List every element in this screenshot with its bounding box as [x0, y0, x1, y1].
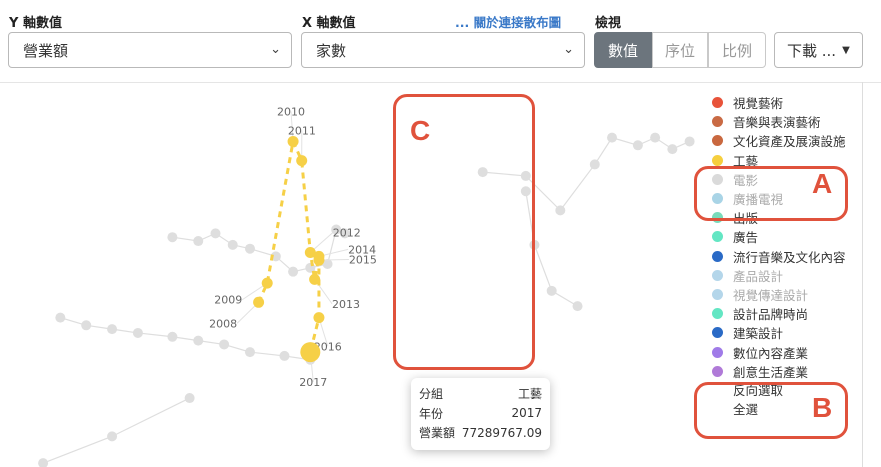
background-point: [81, 320, 92, 331]
legend-dot-icon: [712, 346, 723, 358]
legend-label: 創意生活產業: [733, 364, 809, 380]
background-point: [607, 132, 618, 143]
background-point: [667, 144, 678, 155]
tooltip-value: 2017: [511, 406, 542, 421]
highlight-point: [300, 342, 321, 363]
legend-dot-icon: [712, 116, 723, 128]
background-point: [210, 228, 221, 239]
background-point: [107, 324, 118, 335]
legend-label: 設計品牌時尚: [733, 307, 809, 323]
legend-dot-icon: [712, 97, 723, 109]
legend-dot-icon: [712, 154, 723, 166]
background-point: [184, 393, 195, 404]
legend-dot-icon: [712, 327, 723, 339]
legend-label: 視覺傳達設計: [733, 287, 809, 303]
point-tooltip: 分組 工藝 年份 2017 營業額 77289767.09: [411, 378, 550, 450]
tooltip-key: 營業額: [419, 426, 456, 441]
legend-item[interactable]: 流行音樂及文化內容: [712, 247, 846, 266]
background-point: [38, 458, 49, 467]
tooltip-row-revenue: 營業額 77289767.09: [419, 423, 542, 443]
tooltip-value: 77289767.09: [461, 425, 542, 440]
background-point: [546, 285, 557, 296]
legend-item[interactable]: 創意生活產業: [712, 362, 846, 381]
background-point: [167, 331, 178, 342]
background-series-line: [42, 397, 190, 464]
legend-item[interactable]: 數位內容產業: [712, 342, 846, 361]
legend-item[interactable]: 建築設計: [712, 323, 846, 342]
legend-dot-icon: [712, 365, 723, 377]
background-point: [227, 239, 238, 250]
background-point: [288, 266, 299, 277]
background-point: [167, 232, 178, 243]
legend-item[interactable]: 廣告: [712, 227, 846, 246]
legend-dot-icon: [712, 135, 723, 147]
legend-dot-icon: [712, 269, 723, 281]
background-point: [193, 335, 204, 346]
highlight-point: [296, 155, 308, 167]
legend-label: 建築設計: [733, 326, 784, 342]
background-point: [684, 136, 695, 147]
year-label: 2009: [214, 294, 242, 307]
legend-dot-icon: [712, 308, 723, 320]
background-point: [55, 312, 66, 323]
year-label: 2017: [299, 376, 327, 389]
legend: 視覺藝術 音樂與表演藝術 文化資產及展演設施 工藝 電影 廣播電視 出版 廣告 流行音樂及文化內…: [712, 93, 846, 419]
background-point: [589, 159, 600, 170]
legend-label: 流行音樂及文化內容: [733, 249, 846, 265]
highlight-point: [287, 135, 299, 147]
year-label: 2013: [332, 298, 360, 311]
year-label: 2010: [277, 106, 305, 119]
legend-label: 視覺藝術: [733, 96, 784, 112]
highlight-point: [313, 254, 325, 266]
annotation-label-a: A: [812, 168, 833, 199]
legend-item[interactable]: 視覺傳達設計: [712, 285, 846, 304]
background-point: [572, 301, 583, 312]
background-point: [132, 327, 143, 338]
background-point: [193, 236, 204, 247]
background-point: [279, 350, 290, 361]
background-point: [650, 132, 661, 143]
legend-dot-icon: [712, 250, 723, 262]
tooltip-row-group: 分組 工藝: [419, 384, 542, 404]
background-point: [107, 431, 118, 442]
legend-item[interactable]: 文化資產及展演設施: [712, 131, 846, 150]
year-label: 2011: [288, 125, 316, 138]
highlight-point: [253, 296, 265, 308]
legend-item[interactable]: 設計品牌時尚: [712, 304, 846, 323]
legend-item[interactable]: 視覺藝術: [712, 93, 846, 112]
legend-item[interactable]: 音樂與表演藝術: [712, 112, 846, 131]
annotation-label-c: C: [410, 115, 431, 146]
legend-label: 文化資產及展演設施: [733, 134, 846, 150]
tooltip-key: 年份: [419, 406, 444, 421]
highlight-point: [309, 273, 321, 285]
background-series-line: [60, 317, 311, 361]
background-point: [244, 347, 255, 358]
legend-label: 產品設計: [733, 268, 784, 284]
legend-item[interactable]: 產品設計: [712, 266, 846, 285]
annotation-label-b: B: [812, 392, 833, 423]
year-label: 2008: [209, 317, 237, 330]
tooltip-row-year: 年份 2017: [419, 404, 542, 424]
legend-dot-icon: [712, 231, 723, 243]
tooltip-value: 工藝: [517, 387, 542, 402]
year-label: 2015: [349, 254, 377, 267]
legend-dot-icon: [712, 288, 723, 300]
background-point: [219, 339, 230, 350]
highlight-point: [313, 312, 325, 324]
highlight-series-line: [257, 136, 321, 353]
background-point: [555, 205, 566, 216]
year-label: 2012: [333, 227, 361, 240]
legend-label: 音樂與表演藝術: [733, 115, 821, 131]
legend-label: 數位內容產業: [733, 345, 809, 361]
background-series-layer: [38, 132, 695, 467]
background-point: [632, 140, 643, 151]
highlight-point: [261, 277, 273, 289]
tooltip-key: 分組: [419, 387, 444, 402]
background-point: [244, 243, 255, 254]
legend-label: 廣告: [733, 230, 759, 246]
